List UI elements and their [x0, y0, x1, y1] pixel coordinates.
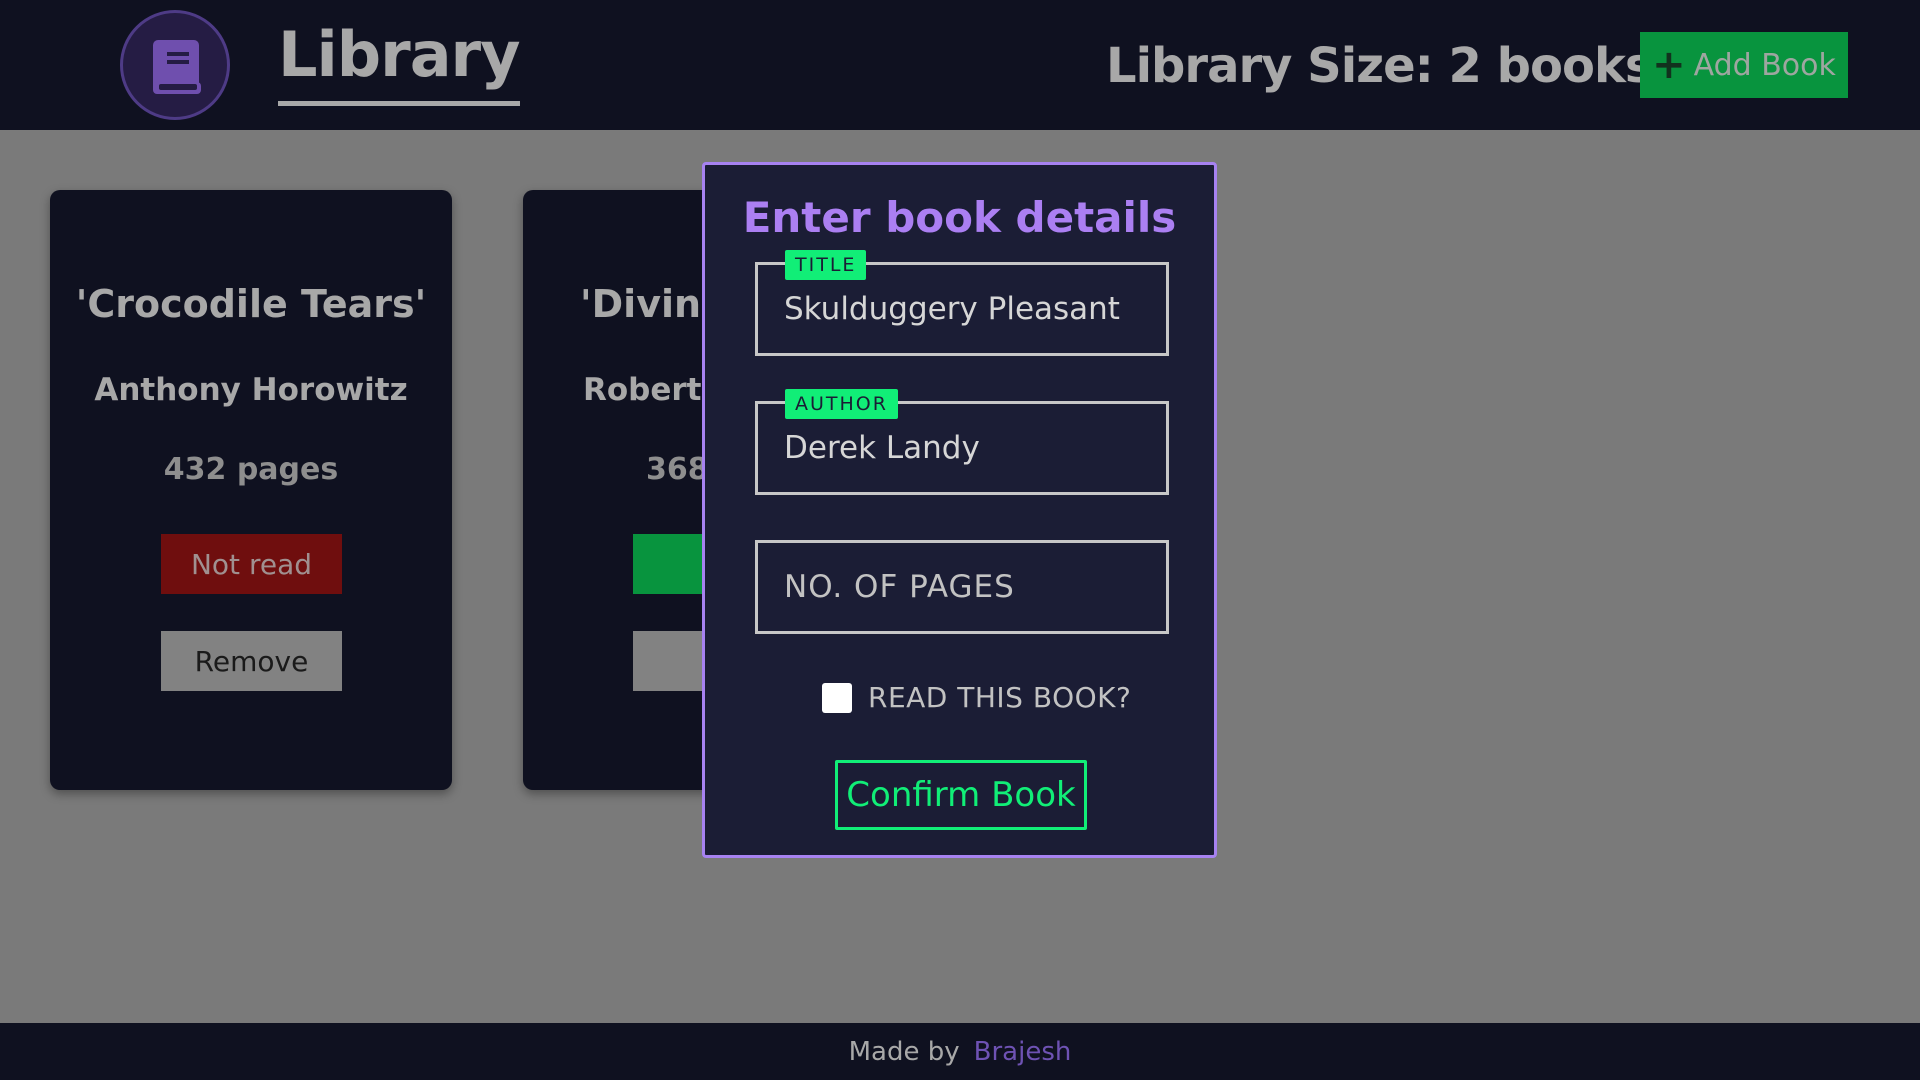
- book-title: 'Crocodile Tears': [75, 282, 427, 326]
- author-field-label: AUTHOR: [785, 389, 898, 419]
- pages-field[interactable]: [755, 540, 1169, 634]
- book-pages: 432 pages: [163, 452, 339, 487]
- footer-author-link[interactable]: Brajesh: [974, 1037, 1072, 1067]
- book-card: 'Crocodile Tears' Anthony Horowitz 432 p…: [50, 190, 452, 790]
- confirm-book-button[interactable]: Confirm Book: [835, 760, 1087, 830]
- book-author: Anthony Horowitz: [94, 372, 408, 408]
- pages-input[interactable]: [758, 543, 1166, 631]
- remove-book-button[interactable]: Remove: [161, 631, 342, 691]
- footer: Made by Brajesh: [0, 1023, 1920, 1080]
- title-field-label: TITLE: [785, 250, 867, 280]
- add-book-button[interactable]: + Add Book: [1640, 32, 1848, 98]
- author-field[interactable]: AUTHOR: [755, 389, 1169, 495]
- library-size-counter: Library Size: 2 books: [1106, 38, 1653, 94]
- top-header: Library Library Size: 2 books + Add Book: [0, 0, 1920, 130]
- logo: [120, 10, 230, 120]
- title-field[interactable]: TITLE: [755, 250, 1169, 356]
- page-title[interactable]: Library: [278, 18, 521, 106]
- book-icon: [153, 40, 201, 94]
- add-book-modal: Enter book details TITLE AUTHOR READ THI…: [702, 162, 1217, 858]
- read-status-button[interactable]: Not read: [161, 534, 342, 594]
- read-checkbox[interactable]: [822, 682, 852, 713]
- plus-icon: +: [1652, 42, 1686, 88]
- footer-made-by: Made by: [848, 1036, 960, 1067]
- modal-heading: Enter book details: [742, 193, 1177, 242]
- read-checkbox-label[interactable]: READ THIS BOOK?: [868, 681, 1131, 714]
- read-checkbox-row[interactable]: READ THIS BOOK?: [822, 681, 1131, 714]
- add-book-label: Add Book: [1693, 47, 1836, 83]
